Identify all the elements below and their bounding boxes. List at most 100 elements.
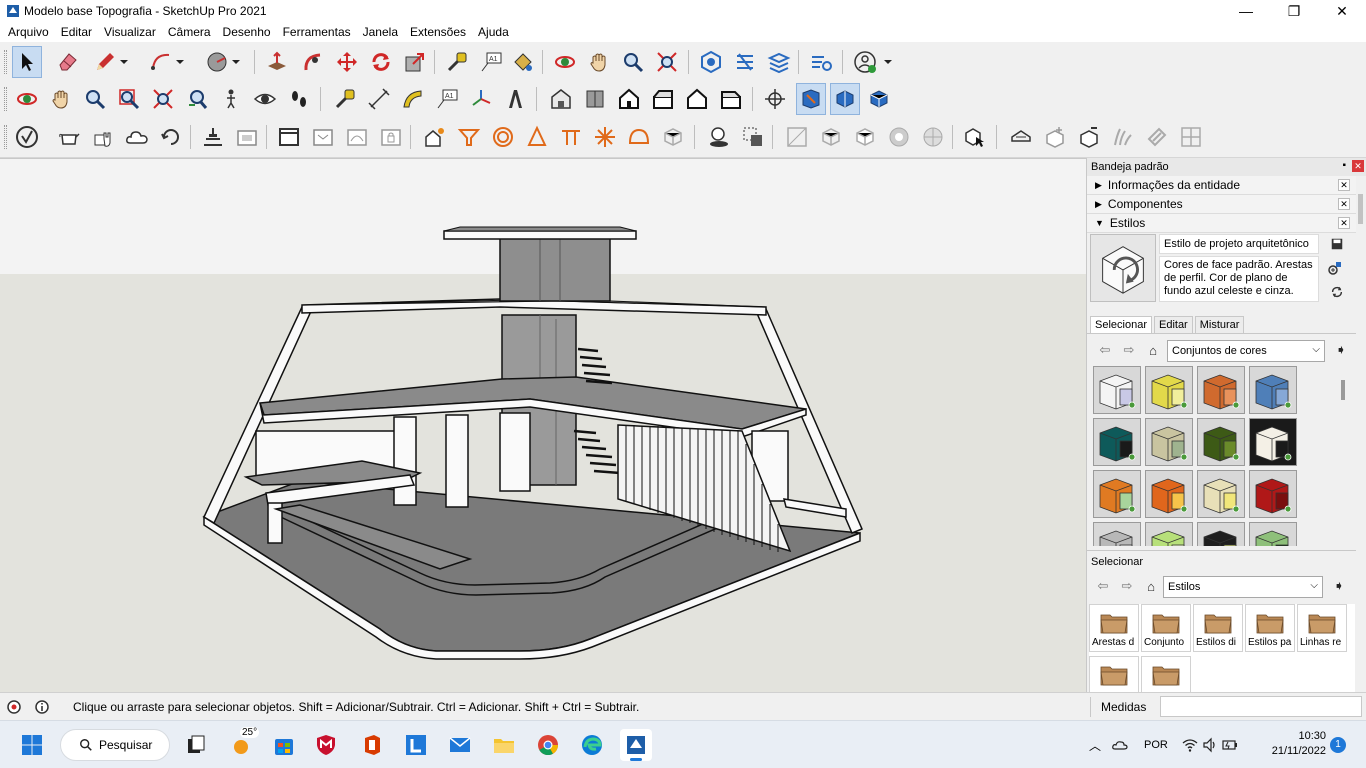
menu-janela[interactable]: Janela	[357, 22, 404, 42]
style-swatch[interactable]	[1249, 522, 1297, 546]
shape-tool-dropdown[interactable]	[228, 46, 244, 78]
display-section-fill-button[interactable]	[864, 83, 894, 115]
solid-subtract-button[interactable]	[1074, 121, 1104, 153]
xray-button[interactable]	[782, 121, 812, 153]
text-tool-button-2[interactable]: A1	[432, 83, 462, 115]
tab-editar[interactable]: Editar	[1153, 316, 1193, 334]
panel-close-icon[interactable]: ✕	[1338, 179, 1350, 191]
scale-tool-button[interactable]	[400, 46, 430, 78]
lightroom-app[interactable]	[400, 729, 432, 761]
extension-manager-button[interactable]	[806, 46, 836, 78]
wifi-icon[interactable]	[1182, 737, 1198, 753]
style-swatch[interactable]	[1145, 418, 1193, 466]
panel-components[interactable]: ▶ Componentes ✕	[1087, 195, 1366, 214]
shaded-textures-button[interactable]	[918, 121, 948, 153]
style-swatch[interactable]	[1093, 366, 1141, 414]
style-swatch[interactable]	[1145, 366, 1193, 414]
view-back-button[interactable]	[682, 83, 712, 115]
onedrive-cloud-icon[interactable]	[1112, 737, 1128, 753]
back-arrow-icon[interactable]: ⇦	[1093, 576, 1113, 596]
style-swatch[interactable]	[1145, 470, 1193, 518]
pan-tool-button[interactable]	[584, 46, 614, 78]
info-icon[interactable]	[34, 699, 50, 715]
mcafee-app[interactable]	[310, 729, 342, 761]
light-button[interactable]	[590, 121, 620, 153]
validity-check-button[interactable]	[12, 121, 42, 153]
zoom-tool-button[interactable]	[618, 46, 648, 78]
model-render[interactable]	[0, 159, 1086, 692]
store-app[interactable]	[268, 729, 300, 761]
menu-camera[interactable]: Câmera	[162, 22, 217, 42]
style-swatch[interactable]	[1093, 522, 1141, 546]
dimension-tool-button[interactable]	[364, 83, 394, 115]
tab-misturar[interactable]: Misturar	[1194, 316, 1245, 334]
sandbox-add-detail-button[interactable]	[232, 121, 262, 153]
minimize-button[interactable]: —	[1222, 0, 1270, 22]
push-pull-tool-button[interactable]	[262, 46, 292, 78]
view-front-button[interactable]	[614, 83, 644, 115]
hidden-line-button[interactable]	[850, 121, 880, 153]
forward-arrow-icon[interactable]: ⇨	[1117, 576, 1137, 596]
details-arrow-icon[interactable]: ➧	[1331, 340, 1351, 360]
move-tool-button[interactable]	[332, 46, 362, 78]
solid-lock-button[interactable]	[376, 121, 406, 153]
style-swatch[interactable]	[1197, 470, 1245, 518]
sketchup-app[interactable]	[620, 729, 652, 761]
style-folder[interactable]: Estilos pa	[1245, 604, 1295, 652]
save-style-icon[interactable]	[1329, 236, 1345, 252]
style-folder[interactable]: Conjunto	[1141, 604, 1191, 652]
chevron-up-icon[interactable]: ︿	[1086, 737, 1104, 754]
perspective-button[interactable]	[522, 121, 552, 153]
paint-bucket-tool-button[interactable]	[508, 46, 538, 78]
battery-icon[interactable]	[1222, 737, 1238, 753]
notification-badge[interactable]: 1	[1330, 737, 1346, 753]
sandbox-hand-button[interactable]	[88, 121, 118, 153]
extension-warehouse-button[interactable]	[730, 46, 760, 78]
measures-input[interactable]	[1160, 696, 1362, 717]
fog-button[interactable]	[454, 121, 484, 153]
style-description-field[interactable]: Cores de face padrão. Arestas de perfil.…	[1159, 256, 1319, 302]
sandbox-stamp-button[interactable]	[156, 121, 186, 153]
edge-app[interactable]	[576, 729, 608, 761]
look-around-button[interactable]	[250, 83, 280, 115]
solid-outer-shell-button[interactable]	[308, 121, 338, 153]
protractor-tool-button[interactable]	[398, 83, 428, 115]
geo-location-icon[interactable]	[6, 699, 22, 715]
style-swatch[interactable]	[1093, 470, 1141, 518]
style-swatch[interactable]	[1145, 522, 1193, 546]
pin-icon[interactable]: ▪	[1342, 160, 1346, 171]
select-tool-button[interactable]	[12, 46, 42, 78]
solid-intersect-button[interactable]	[342, 121, 372, 153]
panel-entity-info[interactable]: ▶ Informações da entidade ✕	[1087, 176, 1366, 195]
back-arrow-icon[interactable]: ⇦	[1095, 340, 1115, 360]
menu-arquivo[interactable]: Arquivo	[2, 22, 55, 42]
zoom-extents-tool-button-2[interactable]	[148, 83, 178, 115]
style-name-field[interactable]: Estilo de projeto arquitetônico	[1159, 234, 1319, 254]
tape-measure-tool-button[interactable]	[442, 46, 472, 78]
task-view-button[interactable]	[180, 729, 212, 761]
home-icon[interactable]: ⌂	[1141, 576, 1161, 596]
tab-selecionar[interactable]: Selecionar	[1090, 316, 1152, 334]
menu-ajuda[interactable]: Ajuda	[472, 22, 515, 42]
volume-icon[interactable]	[1202, 737, 1218, 753]
fog-toggle-button[interactable]	[738, 121, 768, 153]
display-section-cuts-button[interactable]	[830, 83, 860, 115]
rotate-tool-button[interactable]	[366, 46, 396, 78]
style-swatch[interactable]	[1197, 366, 1245, 414]
display-section-planes-button[interactable]	[796, 83, 826, 115]
view-top-button[interactable]	[580, 83, 610, 115]
zoom-tool-button-2[interactable]	[80, 83, 110, 115]
account-button[interactable]	[850, 46, 880, 78]
menu-ferramentas[interactable]: Ferramentas	[277, 22, 357, 42]
style-folder[interactable]: Estilos di	[1193, 604, 1243, 652]
orbit-tool-button-2[interactable]	[12, 83, 42, 115]
account-dropdown[interactable]	[880, 46, 896, 78]
line-tool-dropdown[interactable]	[116, 46, 132, 78]
solid-tools-shell-button[interactable]	[1006, 121, 1036, 153]
style-swatch[interactable]	[1249, 470, 1297, 518]
edge-style-button[interactable]	[488, 121, 518, 153]
menu-extensoes[interactable]: Extensões	[404, 22, 472, 42]
forward-arrow-icon[interactable]: ⇨	[1119, 340, 1139, 360]
menu-desenho[interactable]: Desenho	[217, 22, 277, 42]
style-swatch[interactable]	[1249, 366, 1297, 414]
